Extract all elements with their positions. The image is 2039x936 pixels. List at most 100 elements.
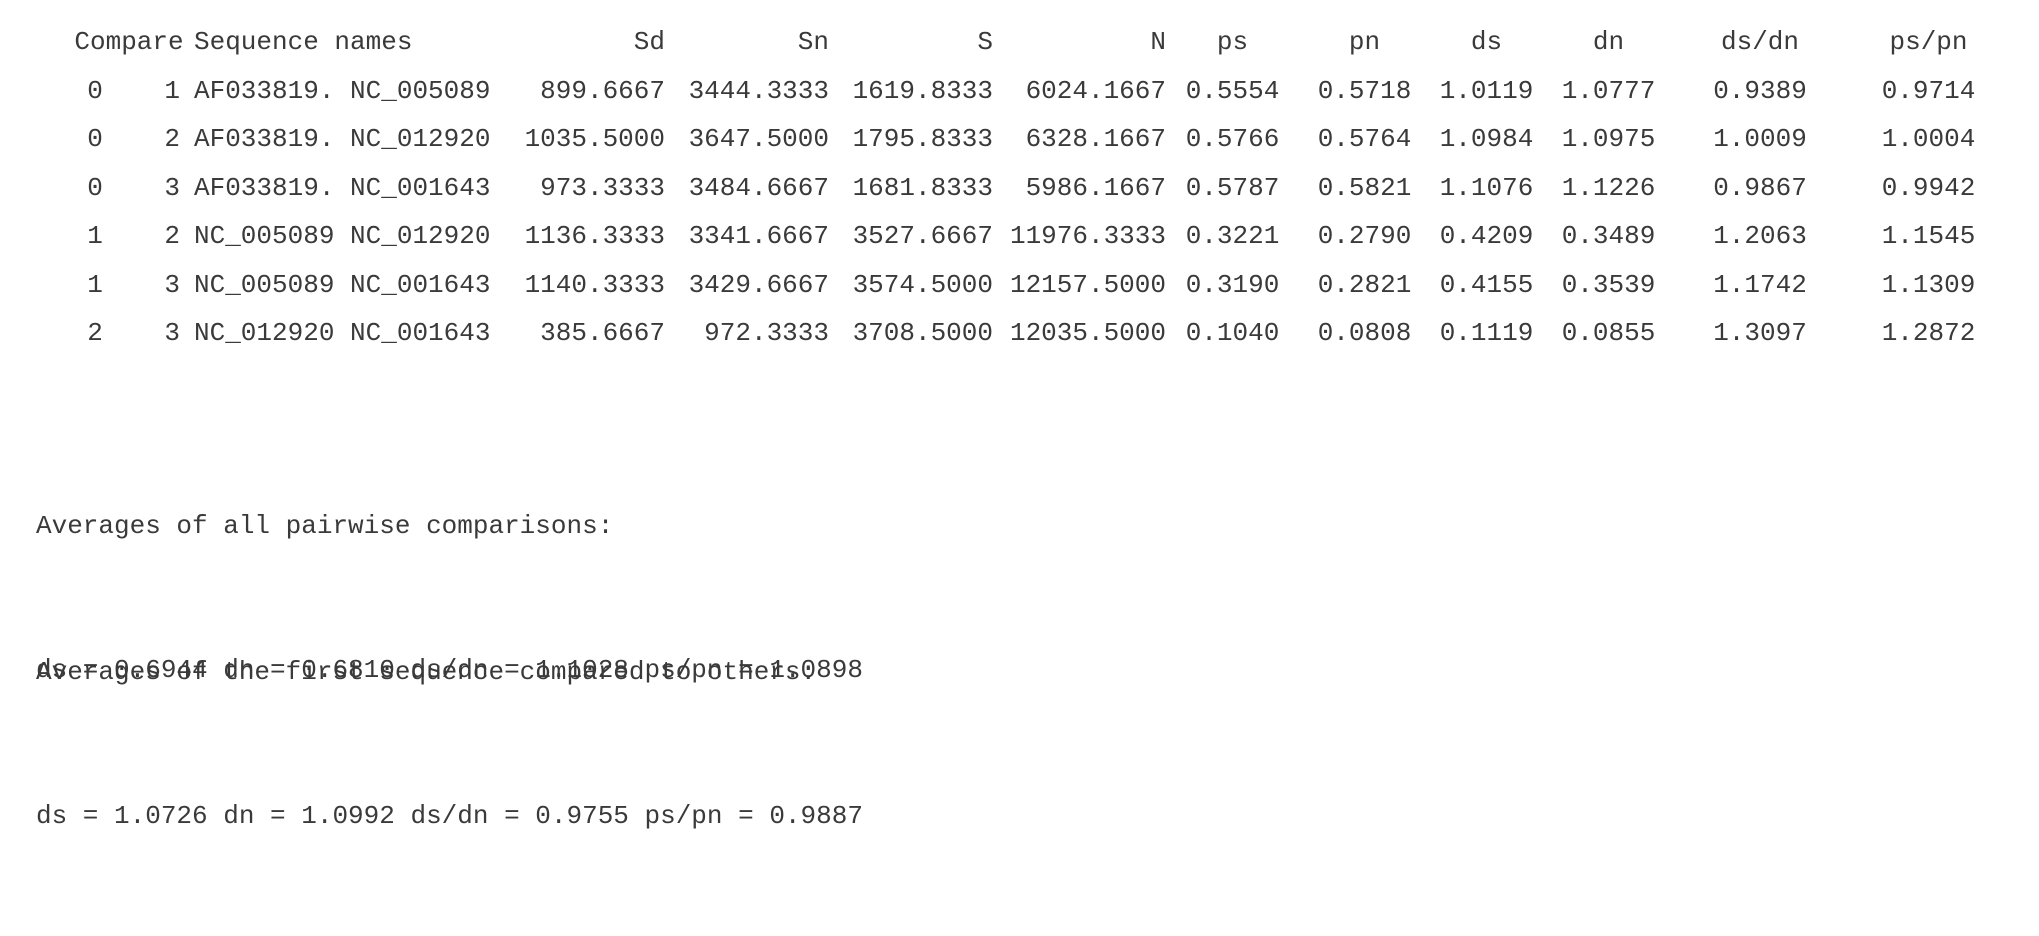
ds-dn-cell: 1.0009 <box>1713 124 1807 155</box>
sd-cell: 385.6667 <box>540 318 665 349</box>
n-cell: 12035.5000 <box>1009 318 1166 349</box>
compare-index-j: 2 <box>164 124 180 155</box>
s-cell: 3527.6667 <box>852 221 993 252</box>
ps-cell: 0.5766 <box>1185 124 1280 155</box>
compare-cell: 03 <box>64 164 194 213</box>
header-dn: dn <box>1592 27 1625 58</box>
ps-cell: 0.5554 <box>1185 75 1280 106</box>
table-row: 23 NC_012920 NC_001643 385.6667 972.3333… <box>64 309 2011 358</box>
ps-pn-cell: 0.9714 <box>1881 75 1976 106</box>
sd-cell: 899.6667 <box>540 75 665 106</box>
sequence-a-name: NC_012920 <box>194 318 335 349</box>
header-sequence-names: Sequence names <box>194 27 413 58</box>
header-sd: Sd <box>633 27 665 58</box>
averages-first-values: ds = 1.0726 dn = 1.0992 ds/dn = 0.9755 p… <box>36 801 863 831</box>
sequence-names-cell: NC_005089 NC_001643 <box>194 261 503 310</box>
pairwise-results-table: Compare Sequence names Sd Sn S N ps pn d… <box>64 18 2011 358</box>
table-row: 1 2 NC_005089 NC_012920 1136.3333 3341.66… <box>64 212 2011 261</box>
averages-first-section: Averages of the first sequence compared … <box>36 552 863 936</box>
sequence-a-name: AF033819. <box>194 172 335 203</box>
dn-cell: 0.3489 <box>1561 221 1656 252</box>
compare-cell: 23 <box>64 309 194 358</box>
sn-cell: 3647.5000 <box>688 124 829 155</box>
table-row: 13 NC_005089 NC_001643 1140.3333 3429.66… <box>64 261 2011 310</box>
s-cell: 3574.5000 <box>852 269 993 300</box>
sn-cell: 3484.6667 <box>688 172 829 203</box>
compare-index-i: 2 <box>87 318 103 349</box>
ds-dn-cell: 0.9867 <box>1713 172 1807 203</box>
sequence-names-cell: AF033819. NC_005089 <box>194 67 503 116</box>
dn-cell: 0.0855 <box>1561 318 1656 349</box>
sd-cell: 1140.3333 <box>524 269 665 300</box>
dn-cell: 1.0777 <box>1561 75 1656 106</box>
s-cell: 1795.8333 <box>852 124 993 155</box>
ps-cell: 0.5787 <box>1185 172 1280 203</box>
dn-cell: 0.3539 <box>1561 269 1656 300</box>
ps-cell: 0.1040 <box>1185 318 1280 349</box>
sd-cell: 973.3333 <box>540 172 665 203</box>
compare-cell: 01 <box>64 67 194 116</box>
sn-cell: 972.3333 <box>704 318 829 349</box>
compare-index-i: 0 <box>87 124 103 155</box>
s-cell: 1681.8333 <box>852 172 993 203</box>
ds-dn-cell: 0.9389 <box>1713 75 1807 106</box>
pn-cell: 0.2821 <box>1317 269 1412 300</box>
dn-cell: 1.1226 <box>1561 172 1656 203</box>
pn-cell: 0.5821 <box>1317 172 1412 203</box>
sequence-names-cell: NC_012920 NC_001643 <box>194 309 503 358</box>
n-cell: 11976.3333 <box>1009 221 1166 252</box>
compare-index-j: 1 <box>164 75 180 106</box>
compare-index-i: 0 <box>87 172 103 203</box>
sequence-a-name: NC_005089 <box>194 269 335 300</box>
table-row: 02 AF033819. NC_012920 1035.5000 3647.50… <box>64 115 2011 164</box>
compare-index-j: 3 <box>164 318 180 349</box>
header-row: Compare Sequence names Sd Sn S N ps pn d… <box>64 18 2011 67</box>
sequence-b-name: NC_012920 <box>350 221 491 252</box>
compare-index-i: 1 <box>87 269 103 300</box>
ds-dn-cell: 1.2063 <box>1713 221 1807 252</box>
compare-cell: 13 <box>64 261 194 310</box>
header-sn: Sn <box>797 27 829 58</box>
sequence-b-name: NC_001643 <box>350 172 491 203</box>
header-ds-dn: ds/dn <box>1720 27 1799 58</box>
n-cell: 6024.1667 <box>1025 75 1166 106</box>
dn-cell: 1.0975 <box>1561 124 1656 155</box>
header-ds: ds <box>1470 27 1503 58</box>
pn-cell: 0.5764 <box>1317 124 1412 155</box>
n-cell: 5986.1667 <box>1025 172 1166 203</box>
pn-cell: 0.0808 <box>1317 318 1412 349</box>
sequence-b-name: NC_012920 <box>350 124 491 155</box>
ps-cell: 0.3190 <box>1185 269 1280 300</box>
ds-cell: 1.1076 <box>1439 172 1534 203</box>
s-cell: 3708.5000 <box>852 318 993 349</box>
compare-index-j: 3 <box>164 269 180 300</box>
averages-first-heading: Averages of the first sequence compared … <box>36 657 817 687</box>
sequence-names-cell: AF033819. NC_001643 <box>194 164 503 213</box>
header-ps-pn: ps/pn <box>1889 27 1968 58</box>
ps-pn-cell: 1.1309 <box>1881 269 1976 300</box>
table-row: 01 AF033819. NC_005089 899.6667 3444.333… <box>64 67 2011 116</box>
pn-cell: 0.2790 <box>1317 221 1412 252</box>
sequence-names-cell: NC_005089 NC_012920 <box>194 212 503 261</box>
averages-all-heading: Averages of all pairwise comparisons: <box>36 511 614 541</box>
compare-index-j: 2 <box>164 221 180 252</box>
table-row: 03 AF033819. NC_001643 973.3333 3484.666… <box>64 164 2011 213</box>
n-cell: 12157.5000 <box>1009 269 1166 300</box>
sequence-a-name: NC_005089 <box>194 221 335 252</box>
header-n: N <box>1150 27 1166 58</box>
ds-cell: 0.1119 <box>1439 318 1534 349</box>
compare-index-i: 1 <box>87 221 103 252</box>
ds-dn-cell: 1.3097 <box>1713 318 1807 349</box>
sequence-names-cell: AF033819. NC_012920 <box>194 115 503 164</box>
header-compare: Compare <box>74 27 184 58</box>
sd-cell: 1136.3333 <box>524 221 665 252</box>
sequence-b-name: NC_001643 <box>350 318 491 349</box>
ds-cell: 1.0984 <box>1439 124 1534 155</box>
ds-cell: 0.4155 <box>1439 269 1534 300</box>
sequence-a-name: AF033819. <box>194 124 335 155</box>
ds-dn-cell: 1.1742 <box>1713 269 1807 300</box>
sequence-a-name: AF033819. <box>194 75 335 106</box>
sequence-b-name: NC_005089 <box>350 75 491 106</box>
sn-cell: 3341.6667 <box>688 221 829 252</box>
sn-cell: 3444.3333 <box>688 75 829 106</box>
